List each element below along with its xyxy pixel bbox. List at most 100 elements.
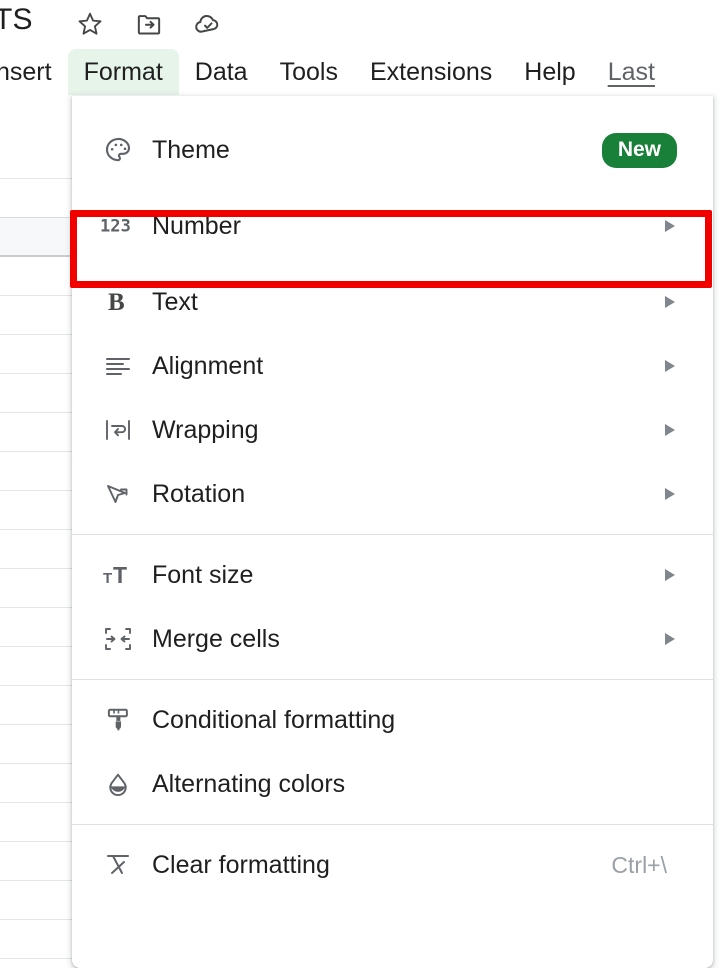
menu-item-merge-cells[interactable]: Merge cells (72, 607, 713, 671)
alignment-icon-glyph (106, 358, 130, 375)
menu-gap (72, 680, 713, 688)
menu-gap (72, 671, 713, 679)
menu-top-padding (72, 96, 713, 118)
menu-item-label: Clear formatting (152, 851, 330, 879)
menubar-item-tools[interactable]: Tools (264, 49, 354, 95)
droplet-icon (98, 770, 138, 798)
merge-cells-icon (98, 626, 138, 652)
menu-item-label: Rotation (152, 480, 246, 508)
paint-roller-icon (98, 706, 138, 734)
grid-row-line (0, 685, 76, 686)
alignment-icon (98, 355, 138, 377)
grid-row-line (0, 490, 76, 491)
svg-text:T: T (113, 562, 127, 588)
chevron-right-icon-glyph (665, 220, 675, 232)
menu-gap (72, 535, 713, 543)
chevron-right-icon (660, 218, 680, 234)
chevron-right-icon-glyph (665, 488, 675, 500)
chevron-right-icon-glyph (665, 633, 675, 645)
grid-row-line (0, 724, 76, 725)
rotation-icon (98, 482, 138, 506)
selected-cell[interactable] (0, 217, 76, 257)
clear-formatting-icon (98, 852, 138, 878)
menu-gap (72, 182, 713, 194)
svg-text:B: B (108, 289, 125, 315)
menu-item-label: Alternating colors (152, 770, 346, 798)
chevron-right-icon (660, 294, 680, 310)
grid-row-line (0, 373, 76, 374)
cloud-saved-icon[interactable] (190, 6, 226, 42)
merge-cells-icon-glyph (105, 628, 131, 650)
menubar-item-help[interactable]: Help (508, 49, 591, 95)
menubar-item-data[interactable]: Data (179, 49, 264, 95)
menu-item-theme[interactable]: Theme New (72, 118, 713, 182)
droplet-icon-glyph (109, 773, 127, 796)
chevron-right-icon (660, 422, 680, 438)
wrapping-icon-glyph (106, 420, 130, 440)
cloud-saved-icon-glyph (195, 14, 219, 33)
menu-item-alternating-colors[interactable]: Alternating colors (72, 752, 713, 816)
star-icon-glyph (78, 12, 102, 35)
grid-row-line (0, 646, 76, 647)
menu-bar: nsert Format Data Tools Extensions Help … (0, 48, 720, 96)
number-123-icon: 123 (98, 214, 138, 238)
menu-item-label: Text (152, 288, 198, 316)
grid-row-line (0, 568, 76, 569)
font-size-icon: T T (98, 562, 138, 588)
menu-gap (72, 825, 713, 833)
chevron-right-icon (660, 567, 680, 583)
bold-b-icon: B (98, 289, 138, 315)
chevron-right-icon-glyph (665, 424, 675, 436)
menu-item-conditional-formatting[interactable]: Conditional formatting (72, 688, 713, 752)
menubar-item-format[interactable]: Format (67, 49, 179, 95)
menu-item-clear-formatting[interactable]: Clear formatting Ctrl+\ (72, 833, 713, 897)
menu-item-font-size[interactable]: T T Font size (72, 543, 713, 607)
menu-item-label: Number (152, 212, 241, 240)
wrapping-icon (98, 418, 138, 442)
new-badge: New (601, 132, 677, 168)
grid-row-line (0, 919, 76, 920)
chevron-right-icon (660, 631, 680, 647)
menu-item-label: Merge cells (152, 625, 280, 653)
number-123-icon-glyph: 123 (100, 216, 131, 236)
chevron-right-icon-glyph (665, 296, 675, 308)
chevron-right-icon-glyph (665, 569, 675, 581)
menu-gap (72, 526, 713, 534)
clear-formatting-icon-glyph (107, 855, 129, 874)
chevron-right-icon (660, 486, 680, 502)
palette-icon-glyph (105, 137, 131, 162)
grid-row-line (0, 880, 76, 881)
grid-row-line (0, 607, 76, 608)
grid-row-line (0, 412, 76, 413)
svg-text:123: 123 (100, 216, 131, 236)
menu-item-alignment[interactable]: Alignment (72, 334, 713, 398)
menu-item-label: Conditional formatting (152, 706, 396, 734)
format-dropdown-menu: Theme New 123 Number B Text Alignment Wr… (72, 96, 713, 968)
menubar-item-extensions[interactable]: Extensions (354, 49, 508, 95)
menu-item-label: Theme (152, 136, 230, 164)
move-folder-icon-glyph (137, 15, 161, 35)
menu-item-shortcut: Ctrl+\ (611, 852, 667, 878)
grid-row-line (0, 958, 76, 959)
menubar-item-last-edit[interactable]: Last (592, 49, 671, 95)
menu-item-rotation[interactable]: Rotation (72, 462, 713, 526)
grid-row-line (0, 763, 76, 764)
chevron-right-icon (660, 358, 680, 374)
menubar-item-insert[interactable]: nsert (0, 49, 68, 95)
grid-row-line (0, 295, 76, 296)
menu-item-text[interactable]: B Text (72, 270, 713, 334)
palette-icon (98, 135, 138, 165)
star-icon[interactable] (72, 6, 108, 42)
grid-row-line (0, 841, 76, 842)
grid-row-line (0, 178, 76, 179)
menu-item-wrapping[interactable]: Wrapping (72, 398, 713, 462)
menu-item-label: Alignment (152, 352, 264, 380)
font-size-icon-glyph: T T (103, 562, 127, 588)
menu-gap (72, 816, 713, 824)
svg-text:T: T (103, 570, 112, 587)
move-folder-icon[interactable] (131, 6, 167, 42)
document-title[interactable]: TS (0, 3, 33, 37)
menu-item-label: Font size (152, 561, 254, 589)
menu-item-number[interactable]: 123 Number (72, 194, 713, 258)
bold-b-icon-glyph: B (108, 289, 125, 315)
